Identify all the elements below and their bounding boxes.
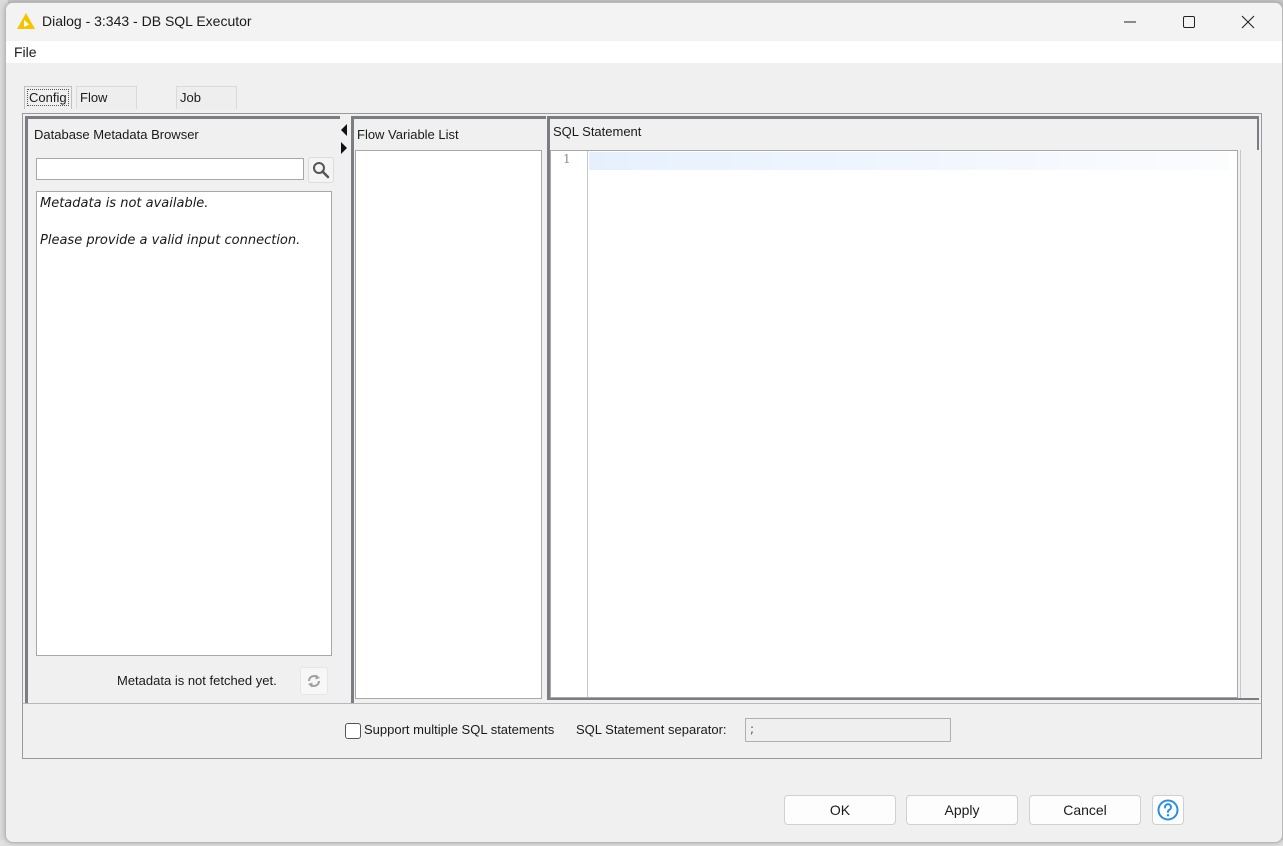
minimize-icon: [1124, 21, 1136, 23]
config-panel: Database Metadata Browser Metadata is no…: [22, 113, 1262, 759]
split-pane-divider-arrows[interactable]: [340, 122, 350, 156]
search-icon: [313, 162, 330, 179]
tab-config-label: Config: [27, 89, 69, 106]
tab-job-manager-selection[interactable]: Job Manager Selection: [176, 86, 238, 149]
window-title: Dialog - 3:343 - DB SQL Executor: [42, 13, 252, 29]
metadata-browser-title: Database Metadata Browser: [34, 127, 199, 142]
separator-input[interactable]: ;: [745, 718, 951, 742]
current-line-highlight: [589, 152, 1229, 170]
line-number: 1: [563, 152, 571, 166]
apply-button[interactable]: Apply: [906, 795, 1018, 825]
multiple-statements-checkbox[interactable]: [345, 723, 361, 739]
maximize-icon: [1183, 16, 1195, 28]
close-button[interactable]: [1219, 3, 1277, 41]
fetch-status-text: Metadata is not fetched yet.: [117, 673, 277, 688]
metadata-tree[interactable]: Metadata is not available. Please provid…: [36, 191, 332, 656]
metadata-search-input[interactable]: [36, 158, 304, 180]
flow-variable-list[interactable]: [355, 150, 542, 699]
cancel-button[interactable]: Cancel: [1029, 795, 1141, 825]
title-bar[interactable]: Dialog - 3:343 - DB SQL Executor: [6, 3, 1282, 41]
help-icon: [1157, 799, 1179, 821]
dialog-window: Dialog - 3:343 - DB SQL Executor File Co…: [5, 2, 1283, 843]
help-button[interactable]: [1152, 795, 1184, 825]
menu-bar: File: [6, 41, 1282, 63]
warning-triangle-icon: [17, 13, 35, 29]
tab-config[interactable]: Config: [24, 86, 72, 109]
sql-statement-title: SQL Statement: [553, 124, 642, 139]
refresh-metadata-button[interactable]: [300, 667, 328, 695]
flow-variable-list-panel: Flow Variable List: [351, 116, 546, 703]
sql-statement-panel: SQL Statement 1: [547, 116, 1259, 700]
sql-editor[interactable]: 1: [550, 150, 1238, 698]
flow-variable-list-title: Flow Variable List: [357, 127, 459, 142]
tab-flow-variables[interactable]: Flow Variables: [76, 86, 138, 127]
line-number-gutter: 1: [551, 151, 588, 697]
menu-file[interactable]: File: [14, 44, 37, 60]
close-icon: [1241, 15, 1255, 29]
metadata-message: Metadata is not available.: [40, 196, 209, 211]
search-button[interactable]: [308, 157, 334, 183]
multiple-statements-label[interactable]: Support multiple SQL statements: [364, 722, 554, 737]
ok-button[interactable]: OK: [784, 795, 896, 825]
maximize-button[interactable]: [1160, 3, 1218, 41]
editor-scrollbar[interactable]: [1240, 150, 1259, 698]
sql-options-bar: Support multiple SQL statements SQL Stat…: [23, 703, 1261, 759]
refresh-icon: [308, 674, 320, 688]
separator-label: SQL Statement separator:: [576, 722, 727, 737]
metadata-browser-panel: Database Metadata Browser Metadata is no…: [25, 116, 340, 703]
minimize-button[interactable]: [1101, 3, 1159, 41]
metadata-message: Please provide a valid input connection.: [40, 233, 301, 248]
